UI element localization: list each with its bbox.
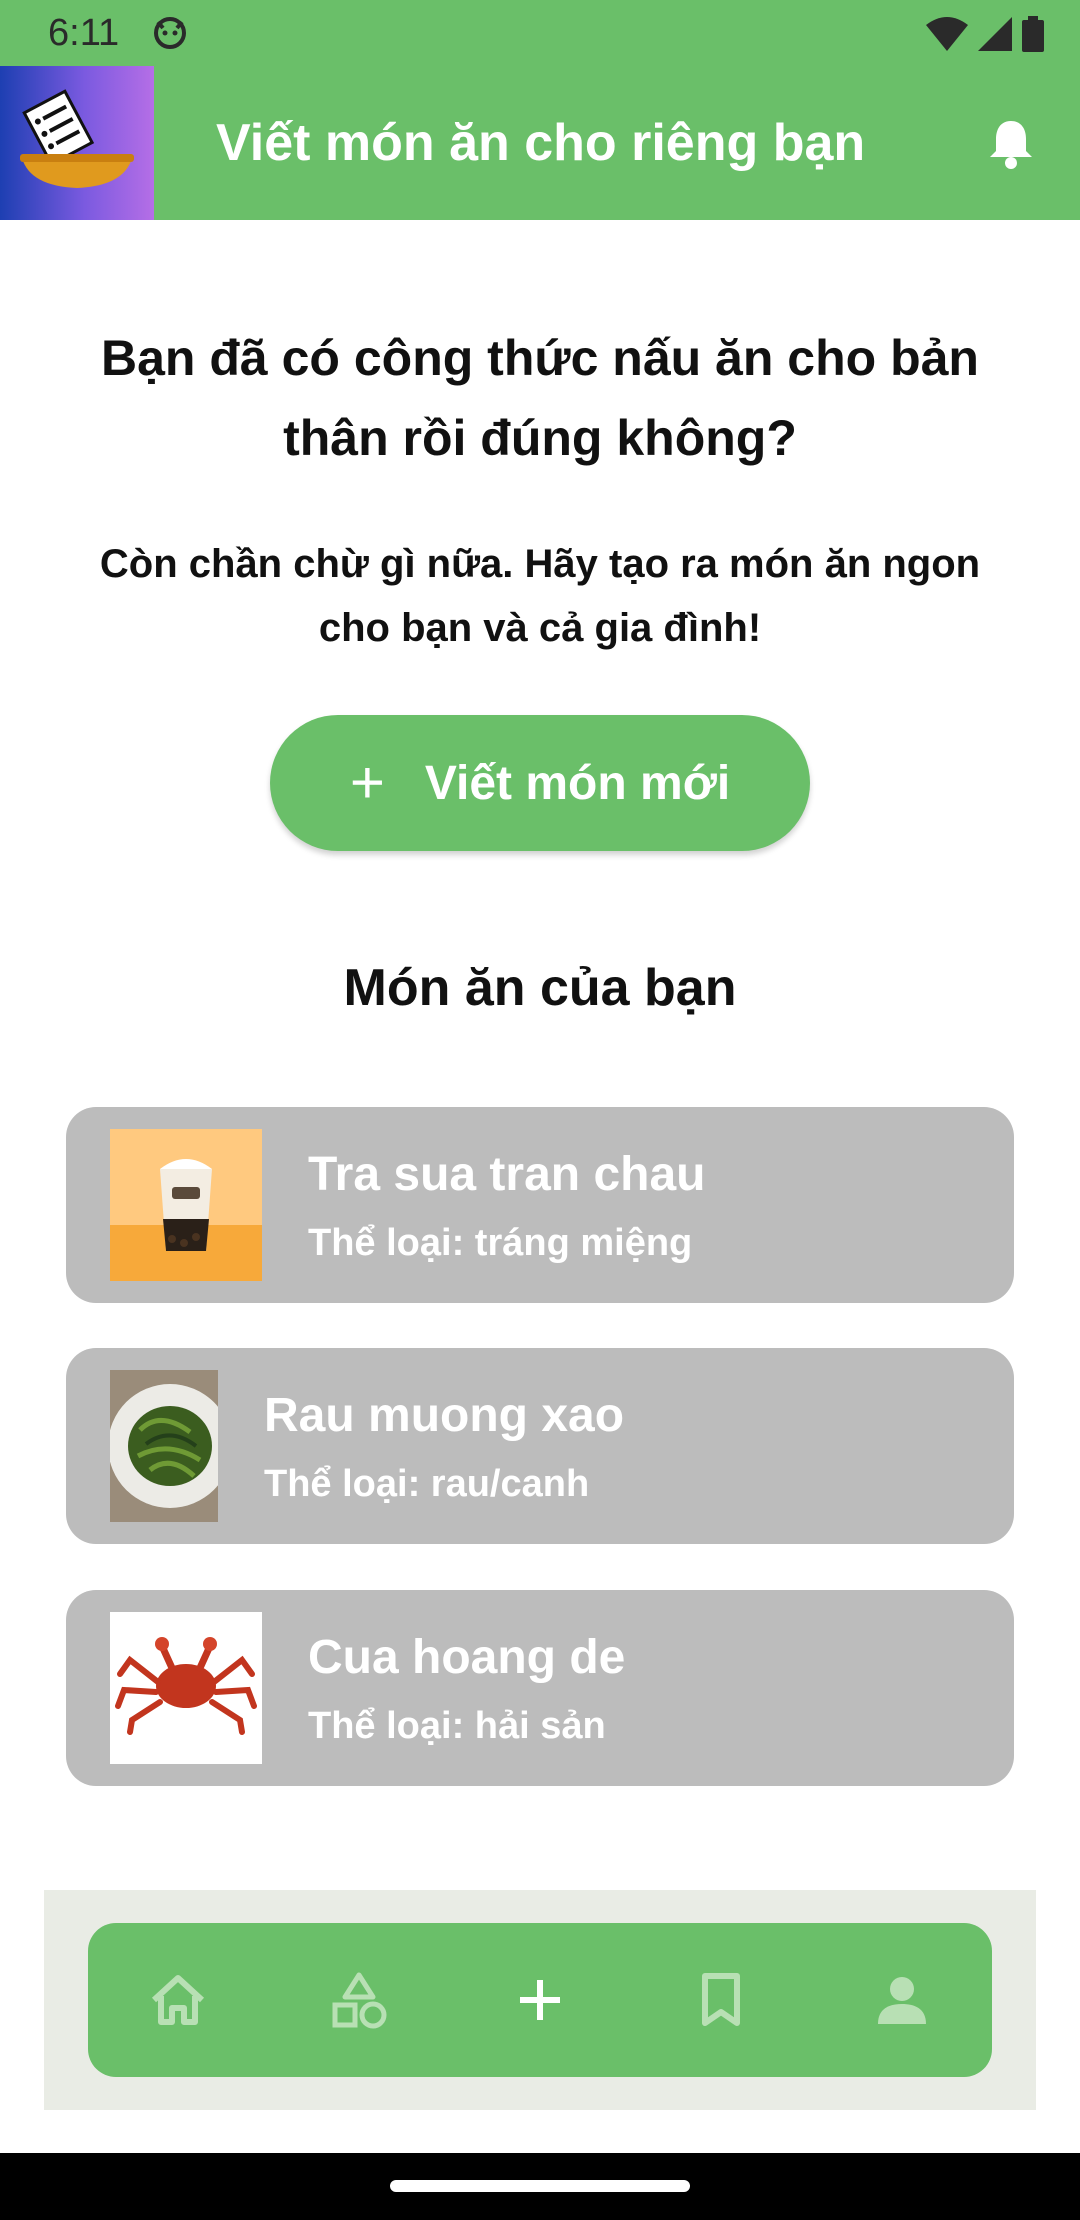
nav-home[interactable] — [88, 1923, 268, 2077]
recipe-thumbnail — [110, 1370, 218, 1522]
app-logo[interactable] — [0, 66, 154, 220]
status-bar: 6:11 — [0, 0, 1080, 66]
status-time: 6:11 — [48, 12, 120, 54]
bookmark-icon — [702, 1973, 740, 2026]
profile-icon — [878, 1977, 926, 2024]
wifi-icon — [926, 17, 968, 51]
new-recipe-button-label: Viết món mới — [424, 756, 731, 810]
app-bar: Viết món ăn cho riêng bạn — [0, 66, 1080, 220]
section-title: Món ăn của bạn — [343, 959, 737, 1017]
recipe-card[interactable]: Tra sua tran chau Thể loại: tráng miệng — [66, 1107, 1014, 1303]
recipe-card[interactable]: Cua hoang de Thể loại: hải sản — [66, 1590, 1014, 1786]
page-heading: Bạn đã có công thức nấu ăn cho bản thân … — [101, 330, 979, 466]
home-icon — [151, 1975, 205, 2025]
page-subtext: Còn chần chừ gì nữa. Hãy tạo ra món ăn n… — [99, 542, 981, 650]
signal-icon — [978, 17, 1012, 51]
app-title: Viết món ăn cho riêng bạn — [216, 114, 866, 172]
bottom-nav — [88, 1923, 992, 2077]
recipe-bowl-logo-icon — [20, 89, 134, 188]
recipe-name: Rau muong xao — [264, 1389, 625, 1442]
nav-profile[interactable] — [812, 1923, 992, 2077]
recipe-name: Tra sua tran chau — [308, 1148, 706, 1201]
status-icons — [926, 14, 1044, 54]
bubble-tea-image — [110, 1129, 262, 1281]
stir-fried-greens-image — [110, 1370, 218, 1522]
home-gesture-pill[interactable] — [390, 2180, 690, 2192]
recipe-card[interactable]: Rau muong xao Thể loại: rau/canh — [66, 1348, 1014, 1544]
bottom-nav-container — [44, 1890, 1036, 2110]
new-recipe-button[interactable]: + Viết món mới — [270, 715, 810, 851]
recipe-category: Thể loại: hải sản — [308, 1705, 606, 1747]
recipe-name: Cua hoang de — [308, 1631, 626, 1684]
nav-bookmark[interactable] — [631, 1923, 811, 2077]
recipe-thumbnail — [110, 1612, 262, 1764]
recipe-category: Thể loại: tráng miệng — [308, 1222, 693, 1264]
nav-categories[interactable] — [269, 1923, 449, 2077]
recipe-thumbnail — [110, 1129, 262, 1281]
system-nav-bar — [0, 2153, 1080, 2220]
bell-icon[interactable] — [986, 117, 1036, 169]
categories-icon — [332, 1972, 387, 2029]
recipe-category: Thể loại: rau/canh — [264, 1463, 590, 1505]
add-icon — [520, 1980, 560, 2020]
nav-add[interactable] — [450, 1923, 630, 2077]
king-crab-image — [110, 1612, 262, 1764]
plus-icon: + — [349, 749, 385, 816]
cat-notification-icon — [154, 17, 186, 49]
battery-icon — [1022, 16, 1044, 52]
